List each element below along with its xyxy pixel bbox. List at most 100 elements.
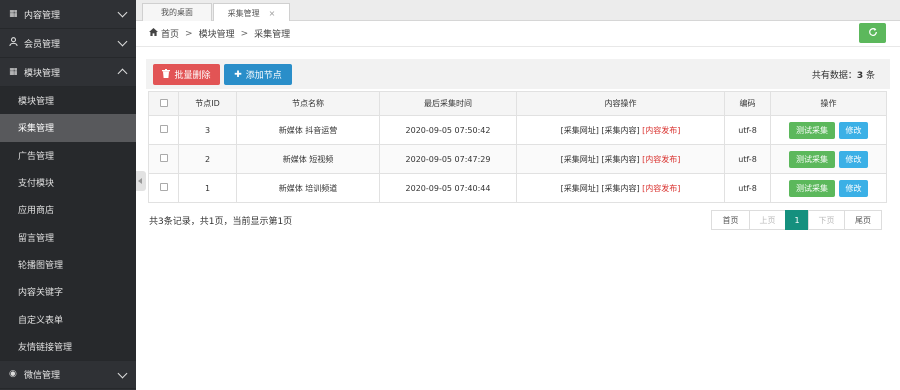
table-row: 1 新媒体 培训频道 2020-09-05 07:40:44 [采集网址] [采…	[148, 173, 887, 203]
cell-time: 2020-09-05 07:50:42	[379, 115, 517, 145]
collect-url-link[interactable]: [采集网址]	[561, 155, 599, 164]
add-node-button[interactable]: ✚ 添加节点	[224, 64, 292, 85]
publish-content-link[interactable]: [内容发布]	[642, 126, 680, 135]
select-all-cell[interactable]	[148, 91, 179, 116]
cell-encoding: utf-8	[724, 115, 771, 145]
test-collect-button[interactable]: 测试采集	[789, 150, 835, 168]
cell-actions: 测试采集 修改	[770, 144, 887, 174]
column-header-time: 最后采集时间	[379, 91, 517, 116]
edit-button[interactable]: 修改	[839, 121, 868, 139]
collect-content-link[interactable]: [采集内容]	[601, 155, 639, 164]
sidebar-collapse-handle[interactable]	[136, 171, 146, 191]
sidebar-item-label: 支付模块	[18, 179, 55, 190]
user-icon	[9, 37, 21, 49]
select-all-checkbox[interactable]	[159, 98, 168, 107]
breadcrumb-separator: >	[185, 28, 193, 39]
cell-time: 2020-09-05 07:47:29	[379, 144, 517, 174]
chevron-down-icon	[117, 36, 128, 47]
pager-last[interactable]: 尾页	[844, 210, 882, 230]
sidebar-item-app-store[interactable]: 应用商店	[0, 196, 136, 224]
sidebar-group-modules[interactable]: ▦ 模块管理	[0, 58, 136, 87]
sidebar-item-friend-links[interactable]: 友情链接管理	[0, 332, 136, 360]
chevron-up-icon	[117, 68, 128, 79]
sidebar-item-payment[interactable]: 支付模块	[0, 168, 136, 197]
publish-content-link[interactable]: [内容发布]	[642, 155, 680, 164]
sidebar-item-label: 内容关键字	[18, 288, 64, 299]
sidebar-item-label: 轮播图管理	[18, 260, 64, 271]
home-icon	[149, 28, 158, 39]
sidebar-item-label: 广告管理	[18, 151, 55, 162]
sidebar-group-content[interactable]: ▦ 内容管理	[0, 0, 136, 29]
toolbar: 批量删除 ✚ 添加节点 共有数据：3 条	[146, 59, 890, 89]
table-header-row: 节点ID 节点名称 最后采集时间 内容操作 编码 操作	[148, 91, 887, 116]
pagination: 首页 上页 1 下页 尾页	[711, 210, 882, 230]
refresh-button[interactable]	[859, 23, 886, 43]
sidebar-item-module-manage[interactable]: 模块管理	[0, 87, 136, 115]
breadcrumb-level2: 采集管理	[254, 30, 291, 40]
breadcrumb-home[interactable]: 首页	[161, 27, 179, 40]
cell-encoding: utf-8	[724, 144, 771, 174]
sidebar: ▦ 内容管理 会员管理 ▦ 模块管理 模块管理 采集管理 广告管理 支付模块 应…	[0, 0, 136, 390]
cell-encoding: utf-8	[724, 173, 771, 203]
row-checkbox[interactable]	[159, 183, 168, 191]
collect-url-link[interactable]: [采集网址]	[561, 126, 599, 135]
total-count: 共有数据：3 条	[812, 68, 875, 81]
wechat-icon: ◉	[9, 369, 17, 380]
close-icon[interactable]: ×	[269, 9, 276, 18]
breadcrumb-level1[interactable]: 模块管理	[199, 27, 235, 40]
cell-id: 3	[178, 115, 237, 145]
test-collect-button[interactable]: 测试采集	[789, 179, 835, 197]
sidebar-item-label: 自定义表单	[18, 315, 64, 326]
cell-content-ops: [采集网址] [采集内容] [内容发布]	[516, 115, 725, 145]
sidebar-item-keywords[interactable]: 内容关键字	[0, 278, 136, 306]
sidebar-item-label: 模块管理	[18, 97, 55, 108]
batch-delete-button[interactable]: 批量删除	[153, 64, 220, 85]
cell-name: 新媒体 培训频道	[236, 173, 380, 203]
trash-icon	[162, 68, 171, 81]
sidebar-item-ad-manage[interactable]: 广告管理	[0, 141, 136, 169]
total-number: 3	[856, 71, 864, 81]
collect-content-link[interactable]: [采集内容]	[601, 184, 639, 193]
column-header-actions: 操作	[770, 91, 887, 116]
sidebar-group-label: 模块管理	[24, 68, 61, 79]
tab-bar: 我的桌面 采集管理 ×	[136, 0, 900, 22]
sidebar-group-label: 微信管理	[24, 370, 61, 381]
collect-url-link[interactable]: [采集网址]	[561, 184, 599, 193]
publish-content-link[interactable]: [内容发布]	[642, 184, 680, 193]
tab-label: 我的桌面	[161, 8, 193, 17]
plus-icon: ✚	[234, 69, 242, 80]
row-checkbox[interactable]	[159, 125, 168, 133]
sidebar-item-messages[interactable]: 留言管理	[0, 223, 136, 251]
sidebar-item-label: 应用商店	[18, 206, 55, 217]
sidebar-group-wechat[interactable]: ◉ 微信管理	[0, 359, 136, 389]
sidebar-item-collect-manage[interactable]: 采集管理	[0, 114, 136, 142]
cell-name: 新媒体 短视频	[236, 144, 380, 174]
nodes-table: 节点ID 节点名称 最后采集时间 内容操作 编码 操作 3 新媒体 抖音运营 2…	[148, 91, 887, 203]
breadcrumb-separator: >	[240, 28, 249, 39]
chevron-down-icon	[117, 7, 128, 18]
pager-first[interactable]: 首页	[711, 210, 750, 230]
sidebar-item-carousel[interactable]: 轮播图管理	[0, 250, 136, 279]
column-header-encoding: 编码	[724, 91, 771, 116]
tab-collect-manage[interactable]: 采集管理 ×	[213, 3, 290, 22]
collect-content-link[interactable]: [采集内容]	[601, 126, 639, 135]
pager-next[interactable]: 下页	[808, 210, 845, 230]
sidebar-item-custom-form[interactable]: 自定义表单	[0, 305, 136, 333]
pager-current[interactable]: 1	[785, 210, 809, 230]
cell-id: 1	[178, 173, 237, 203]
cell-name: 新媒体 抖音运营	[236, 115, 380, 145]
pager-prev[interactable]: 上页	[749, 210, 786, 230]
test-collect-button[interactable]: 测试采集	[789, 121, 835, 139]
cell-actions: 测试采集 修改	[770, 115, 887, 145]
column-header-name: 节点名称	[236, 91, 380, 116]
total-prefix: 共有数据：	[811, 71, 857, 81]
sidebar-item-label: 留言管理	[18, 233, 55, 244]
add-node-label: 添加节点	[245, 71, 282, 81]
edit-button[interactable]: 修改	[839, 179, 868, 197]
tab-my-desktop[interactable]: 我的桌面	[142, 3, 212, 21]
sidebar-group-members[interactable]: 会员管理	[0, 29, 136, 58]
sidebar-group-label: 会员管理	[24, 39, 61, 50]
edit-button[interactable]: 修改	[839, 150, 868, 168]
table-row: 2 新媒体 短视频 2020-09-05 07:47:29 [采集网址] [采集…	[148, 144, 887, 174]
row-checkbox[interactable]	[159, 154, 168, 162]
